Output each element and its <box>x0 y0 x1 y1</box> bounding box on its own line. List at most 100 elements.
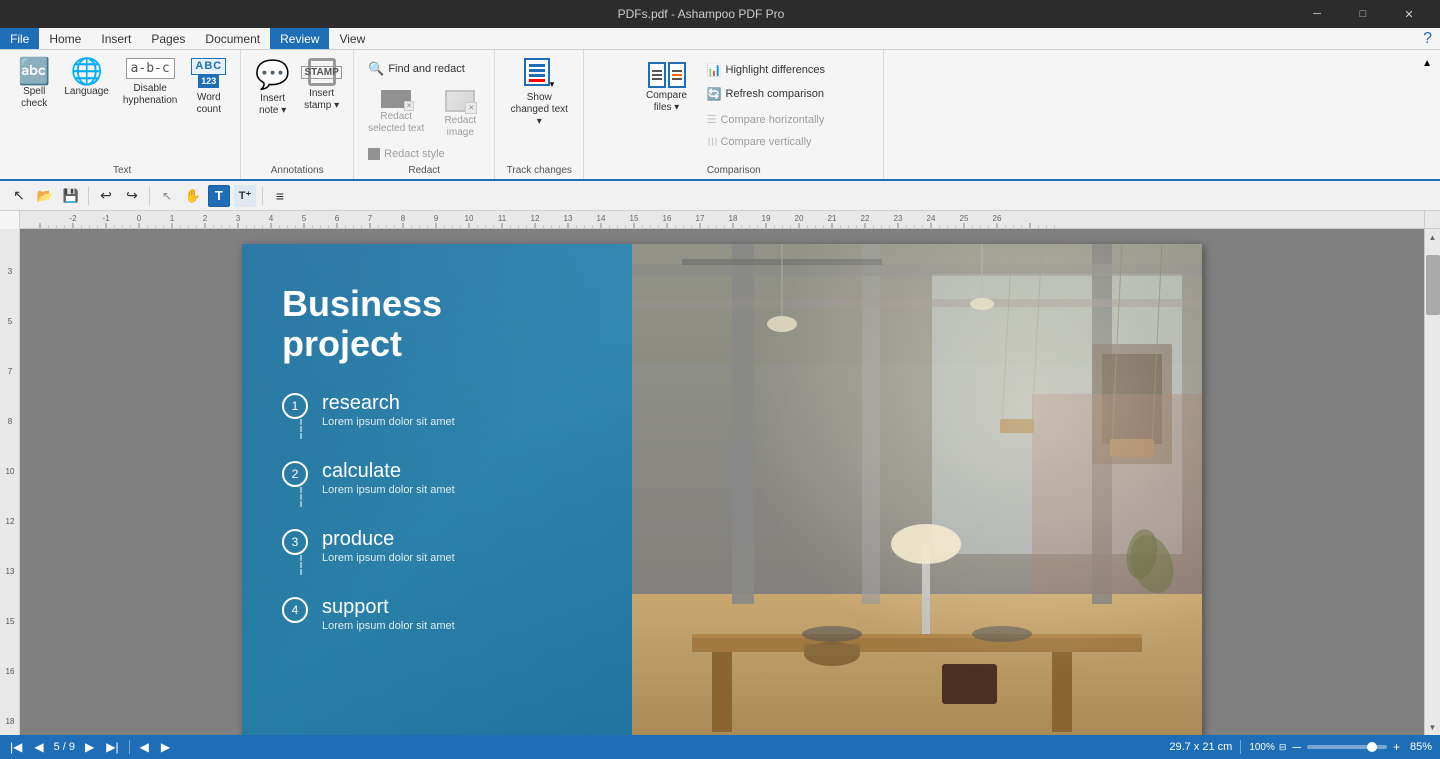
svg-text:24: 24 <box>927 214 936 223</box>
hand-tool-button[interactable]: ✋ <box>182 185 204 207</box>
prev-scroll-button[interactable]: ◀ <box>138 740 151 754</box>
annotations-group-items: 💬 Insertnote ▾ STAMP Insertstamp ▾ <box>249 54 345 163</box>
svg-text:10: 10 <box>465 214 474 223</box>
svg-text:13: 13 <box>6 567 15 576</box>
find-and-redact-button[interactable]: 🔍 Find and redact <box>362 58 486 80</box>
compare-vertically-label: Compare vertically <box>720 136 811 148</box>
close-button[interactable]: ✕ <box>1386 0 1432 28</box>
step-4: 4 support Lorem ipsum dolor sit amet <box>282 597 592 632</box>
next-page-button[interactable]: ▶ <box>83 740 96 754</box>
compare-horizontally-button[interactable]: ☰ Compare horizontally <box>701 110 831 129</box>
maximize-button[interactable]: □ <box>1340 0 1386 28</box>
refresh-comparison-label: Refresh comparison <box>726 88 824 100</box>
menu-document[interactable]: Document <box>195 28 270 49</box>
ribbon-collapse-button[interactable]: ▲ <box>1418 54 1436 73</box>
zoom-thumb[interactable] <box>1367 742 1377 752</box>
svg-text:7: 7 <box>368 214 373 223</box>
svg-text:9: 9 <box>434 214 439 223</box>
step-1-desc: Lorem ipsum dolor sit amet <box>322 416 455 428</box>
save-file-button[interactable]: 💾 <box>60 185 82 207</box>
insert-stamp-button[interactable]: STAMP Insertstamp ▾ <box>298 54 345 116</box>
spell-check-button[interactable]: 🔤 Spellcheck <box>12 54 56 114</box>
settings-button[interactable]: ≡ <box>269 185 291 207</box>
scroll-down-button[interactable]: ▼ <box>1425 719 1440 735</box>
svg-text:19: 19 <box>762 214 771 223</box>
step-1-text: research Lorem ipsum dolor sit amet <box>322 393 455 428</box>
menu-review[interactable]: Review <box>270 28 329 49</box>
menu-insert[interactable]: Insert <box>91 28 141 49</box>
svg-text:1: 1 <box>170 214 175 223</box>
svg-text:21: 21 <box>828 214 837 223</box>
svg-text:5: 5 <box>8 317 13 326</box>
disable-hyphenation-button[interactable]: a-b-c Disablehyphenation <box>117 54 184 111</box>
cursor-tool-button[interactable]: ↖ <box>8 185 30 207</box>
document-scroll-area[interactable]: Businessproject 1 research <box>20 229 1424 735</box>
status-bar-right: 29.7 x 21 cm 100% ⊟ ─ + 85% <box>1169 740 1432 754</box>
select-mode-button[interactable]: ↖ <box>156 185 178 207</box>
highlight-differences-button[interactable]: 📊 Highlight differences <box>701 60 831 80</box>
redact-selected-button[interactable]: ✕ Redactselected text <box>362 86 430 143</box>
svg-text:0: 0 <box>137 214 142 223</box>
svg-text:12: 12 <box>6 517 15 526</box>
vertical-scrollbar: ▲ ▼ <box>1424 229 1440 735</box>
track-changes-group-label: Track changes <box>507 163 572 179</box>
scroll-thumb[interactable] <box>1426 255 1440 315</box>
step-3-line <box>300 555 302 575</box>
zoom-slider[interactable] <box>1307 745 1387 749</box>
redact-image-button[interactable]: ✕ Redactimage <box>434 86 486 143</box>
window-title: PDFs.pdf - Ashampoo PDF Pro <box>108 7 1294 21</box>
ribbon-group-text: 🔤 Spellcheck 🌐 Language a-b-c Disablehyp… <box>4 50 241 179</box>
last-page-button[interactable]: ▶| <box>104 740 120 754</box>
page-dimensions: 29.7 x 21 cm <box>1169 741 1232 753</box>
step-2-name: calculate <box>322 461 455 481</box>
language-button[interactable]: 🌐 Language <box>58 54 115 102</box>
help-button[interactable]: ? <box>1415 30 1440 48</box>
text-select-button[interactable]: T <box>208 185 230 207</box>
open-file-button[interactable]: 📂 <box>34 185 56 207</box>
first-page-button[interactable]: |◀ <box>8 740 24 754</box>
minimize-button[interactable]: ─ <box>1294 0 1340 28</box>
svg-text:-1: -1 <box>102 214 110 223</box>
add-text-button[interactable]: T⁺ <box>234 185 256 207</box>
svg-text:8: 8 <box>401 214 406 223</box>
refresh-comparison-button[interactable]: 🔄 Refresh comparison <box>701 84 831 104</box>
svg-text:26: 26 <box>993 214 1002 223</box>
toolbar-separator-2 <box>149 187 150 205</box>
menu-home[interactable]: Home <box>39 28 91 49</box>
svg-text:15: 15 <box>6 617 15 626</box>
insert-note-button[interactable]: 💬 Insertnote ▾ <box>249 54 296 121</box>
svg-text:-2: -2 <box>69 214 77 223</box>
redact-style-label: Redact style <box>384 148 445 160</box>
compare-files-button[interactable]: Comparefiles ▾ <box>637 58 697 163</box>
highlight-diff-icon: 📊 <box>707 63 722 77</box>
prev-page-button[interactable]: ◀ <box>32 740 45 754</box>
word-count-button[interactable]: ABC 123 Wordcount <box>185 54 232 120</box>
main-area: // ruler ticks will be drawn via JS belo… <box>0 211 1440 735</box>
redact-style-button[interactable]: Redact style <box>362 145 486 163</box>
compare-files-icon <box>648 62 686 88</box>
undo-button[interactable]: ↩ <box>95 185 117 207</box>
zoom-in-button[interactable]: + <box>1391 740 1402 754</box>
redo-button[interactable]: ↪ <box>121 185 143 207</box>
ribbon-group-annotations: 💬 Insertnote ▾ STAMP Insertstamp ▾ Annot… <box>241 50 354 179</box>
ribbon-group-redact: 🔍 Find and redact ✕ Redactselected text … <box>354 50 495 179</box>
zoom-out-button[interactable]: ─ <box>1290 740 1303 754</box>
scroll-up-button[interactable]: ▲ <box>1425 229 1440 245</box>
step-2-line <box>300 487 302 507</box>
svg-text:13: 13 <box>564 214 573 223</box>
menu-pages[interactable]: Pages <box>141 28 195 49</box>
next-scroll-button[interactable]: ▶ <box>159 740 172 754</box>
show-changed-text-button[interactable]: ▾ Showchanged text ▾ <box>503 54 575 132</box>
menu-file[interactable]: File <box>0 28 39 49</box>
compare-h-icon: ☰ <box>707 113 717 126</box>
menu-bar: File Home Insert Pages Document Review V… <box>0 28 1440 50</box>
toolbar-separator-3 <box>262 187 263 205</box>
step-1-name: research <box>322 393 455 413</box>
scroll-track[interactable] <box>1425 245 1440 719</box>
menu-view[interactable]: View <box>329 28 375 49</box>
zoom-100-button[interactable]: 100% <box>1249 742 1275 753</box>
compare-vertically-button[interactable]: ☰ Compare vertically <box>701 132 831 151</box>
redact-style-icon <box>368 148 380 160</box>
document-area: // ruler ticks will be drawn via JS belo… <box>0 211 1440 735</box>
page-right-panel <box>632 244 1202 735</box>
